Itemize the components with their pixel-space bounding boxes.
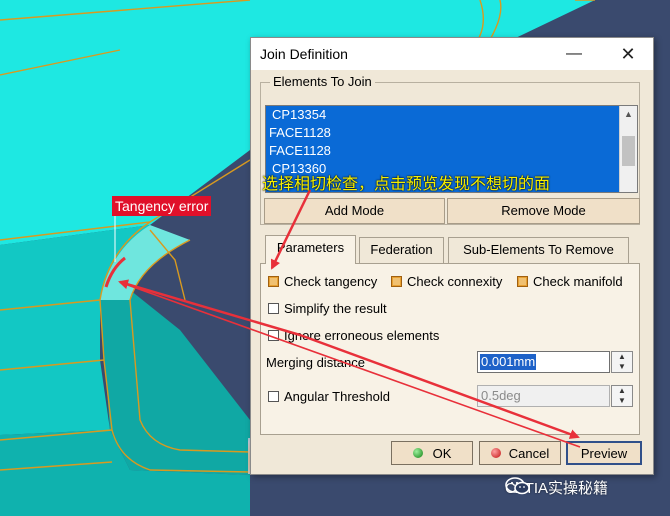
- tab-sub-elements-to-remove[interactable]: Sub-Elements To Remove: [448, 237, 629, 263]
- ignore-erroneous-option[interactable]: Ignore erroneous elements: [268, 328, 439, 343]
- merging-distance-value: 0.001mm: [480, 354, 537, 370]
- angular-threshold-option[interactable]: Angular Threshold: [268, 389, 390, 404]
- close-icon[interactable]: ✕: [613, 38, 643, 70]
- merging-distance-input[interactable]: 0.001mm: [477, 351, 610, 373]
- cancel-label: Cancel: [508, 445, 550, 461]
- check-connexity-label: Check connexity: [407, 274, 503, 289]
- parameters-panel: Check tangency Check connexity Check man…: [260, 263, 640, 435]
- ok-button[interactable]: OK: [391, 441, 473, 465]
- tangency-error-label: Tangency error: [112, 196, 212, 216]
- spin-up-icon[interactable]: ▲: [612, 352, 632, 362]
- title-bar[interactable]: Join Definition — ✕: [251, 38, 653, 70]
- tab-parameters[interactable]: Parameters: [265, 235, 356, 264]
- list-item[interactable]: CP13354: [266, 106, 637, 124]
- check-manifold-option[interactable]: Check manifold: [517, 274, 623, 289]
- merging-distance-spinner[interactable]: ▲ ▼: [611, 351, 633, 373]
- spin-up-icon[interactable]: ▲: [612, 386, 632, 396]
- scroll-up-icon[interactable]: ▲: [620, 106, 637, 123]
- check-manifold-checkbox[interactable]: [517, 276, 528, 287]
- ignore-erroneous-checkbox[interactable]: [268, 330, 279, 341]
- simplify-option[interactable]: Simplify the result: [268, 301, 387, 316]
- minimize-icon[interactable]: —: [559, 38, 589, 70]
- simplify-label: Simplify the result: [284, 301, 387, 316]
- spin-down-icon[interactable]: ▼: [612, 362, 632, 372]
- cancel-ball-icon: [490, 448, 501, 458]
- spin-down-icon[interactable]: ▼: [612, 396, 632, 406]
- preview-button[interactable]: Preview: [566, 441, 642, 465]
- list-scrollbar[interactable]: ▲: [619, 106, 637, 192]
- ignore-erroneous-label: Ignore erroneous elements: [284, 328, 440, 343]
- ok-ball-icon: [412, 448, 423, 458]
- scroll-thumb[interactable]: [622, 136, 635, 166]
- check-tangency-option[interactable]: Check tangency: [268, 274, 377, 289]
- check-tangency-label: Check tangency: [284, 274, 378, 289]
- angular-threshold-checkbox[interactable]: [268, 391, 279, 402]
- elements-to-join-legend: Elements To Join: [270, 74, 375, 89]
- list-item[interactable]: FACE1128: [266, 124, 637, 142]
- ok-label: OK: [432, 445, 452, 461]
- remove-mode-button[interactable]: Remove Mode: [447, 198, 640, 224]
- cad-viewport[interactable]: Join Definition — ✕ Elements To Join CP1…: [0, 0, 670, 516]
- check-connexity-checkbox[interactable]: [391, 276, 402, 287]
- angular-threshold-label: Angular Threshold: [284, 389, 390, 404]
- check-manifold-label: Check manifold: [533, 274, 623, 289]
- check-connexity-option[interactable]: Check connexity: [391, 274, 502, 289]
- angular-threshold-spinner[interactable]: ▲ ▼: [611, 385, 633, 407]
- merging-distance-label: Merging distance: [266, 355, 365, 370]
- instruction-annotation: 选择相切检查，点击预览发现不想切的面: [262, 176, 551, 193]
- list-item[interactable]: FACE1128: [266, 142, 637, 160]
- angular-threshold-input[interactable]: 0.5deg: [477, 385, 610, 407]
- cancel-button[interactable]: Cancel: [479, 441, 561, 465]
- watermark: CATIA实操秘籍: [505, 477, 608, 498]
- wechat-icon: [505, 477, 530, 495]
- add-mode-button[interactable]: Add Mode: [264, 198, 445, 224]
- dialog-title: Join Definition: [260, 46, 348, 62]
- tab-federation[interactable]: Federation: [359, 237, 444, 263]
- check-tangency-checkbox[interactable]: [268, 276, 279, 287]
- join-definition-dialog: Join Definition — ✕ Elements To Join CP1…: [250, 37, 654, 475]
- simplify-checkbox[interactable]: [268, 303, 279, 314]
